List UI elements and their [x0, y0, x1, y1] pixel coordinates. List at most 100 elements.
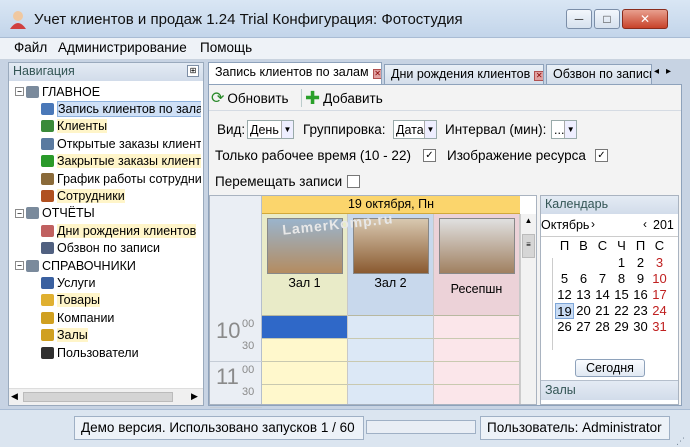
calendar-day[interactable]: 7 — [593, 271, 612, 287]
nav-item[interactable]: Открытые заказы клиентов — [13, 135, 201, 152]
tab-scroll-left-icon[interactable]: ◂ — [654, 66, 659, 77]
calendar-day[interactable]: 8 — [612, 271, 631, 287]
tab-strip: Запись клиентов по залам ✕ Дни рождения к… — [208, 62, 682, 84]
selected-slot[interactable] — [262, 316, 347, 338]
calendar-day[interactable]: 24 — [650, 303, 669, 319]
calendar-day[interactable]: 14 — [593, 287, 612, 303]
scroll-right-icon[interactable]: ▶ — [191, 391, 198, 402]
calendar-day[interactable]: 3 — [650, 255, 669, 271]
scroll-up-icon[interactable]: ▲ — [522, 216, 535, 226]
nav-item[interactable]: Дни рождения клиентов — [13, 222, 201, 239]
status-bar: Демо версия. Использовано запусков 1 / 6… — [0, 409, 690, 447]
nav-item[interactable]: Услуги — [13, 274, 201, 291]
room-name: Ресепшн — [450, 282, 503, 296]
bookings-view: ⟳ Обновить ✚ Добавить Вид: День ▼ Группир… — [208, 84, 682, 408]
tab-room-bookings[interactable]: Запись клиентов по залам ✕ — [208, 62, 382, 84]
refresh-button[interactable]: ⟳ Обновить — [211, 88, 289, 108]
nav-item[interactable]: Закрытые заказы клиентов — [13, 153, 201, 170]
view-select[interactable]: День ▼ — [247, 120, 294, 139]
time-slots[interactable] — [262, 316, 347, 404]
move-entries-checkbox[interactable] — [347, 175, 360, 188]
calendar-day[interactable]: 30 — [631, 319, 650, 335]
resize-grip-icon[interactable]: ⋰ — [676, 436, 685, 447]
calendar-day[interactable]: 6 — [574, 271, 593, 287]
menu-file[interactable]: Файл — [12, 40, 49, 55]
collapse-icon[interactable]: − — [15, 87, 24, 97]
calendar-day[interactable]: 2 — [631, 255, 650, 271]
calendar-day[interactable]: 16 — [631, 287, 650, 303]
calendar-day[interactable]: 21 — [593, 303, 612, 319]
calendar-week: 123 — [555, 255, 677, 271]
nav-item[interactable]: − ГЛАВНОЕ — [13, 83, 201, 100]
calendar-day[interactable]: 9 — [631, 271, 650, 287]
tab-call-list[interactable]: Обзвон по записи — [546, 64, 652, 84]
room-column: Зал 1 — [262, 214, 348, 404]
nav-item[interactable]: График работы сотрудников — [13, 170, 201, 187]
close-tab-icon[interactable]: ✕ — [534, 71, 543, 81]
nav-item[interactable]: − СПРАВОЧНИКИ — [13, 257, 201, 274]
minute-label: 00 — [242, 318, 255, 330]
nav-item[interactable]: Залы — [13, 326, 201, 343]
calendar-day[interactable]: 22 — [612, 303, 631, 319]
work-time-checkbox[interactable]: ✓ — [423, 149, 436, 162]
scroll-thumb[interactable] — [23, 392, 173, 402]
today-button[interactable]: Сегодня — [575, 359, 645, 377]
menu-administration[interactable]: Администрирование — [56, 40, 189, 55]
calendar-day[interactable]: 17 — [650, 287, 669, 303]
horizontal-scrollbar[interactable]: ◀ ▶ — [9, 388, 203, 405]
scroll-left-icon[interactable]: ◀ — [11, 391, 18, 402]
calendar-day[interactable]: 19 — [555, 303, 574, 319]
calendar-day[interactable]: 15 — [612, 287, 631, 303]
nav-item[interactable]: Компании — [13, 309, 201, 326]
calendar-day — [555, 255, 574, 271]
nav-item[interactable]: Пользователи — [13, 344, 201, 361]
grouping-select[interactable]: Дата ▼ — [393, 120, 437, 139]
prev-year-icon[interactable]: ‹ — [643, 217, 647, 231]
collapse-icon[interactable]: − — [15, 261, 24, 271]
calendar-day[interactable]: 20 — [574, 303, 593, 319]
calendar-day[interactable]: 13 — [574, 287, 593, 303]
calendar-day[interactable]: 5 — [555, 271, 574, 287]
tab-scroll-right-icon[interactable]: ▸ — [666, 66, 671, 77]
nav-item[interactable]: − ОТЧЁТЫ — [13, 205, 201, 222]
maximize-button[interactable]: □ — [594, 9, 620, 29]
calendar-day[interactable]: 1 — [612, 255, 631, 271]
resource-image-checkbox[interactable]: ✓ — [595, 149, 608, 162]
collapse-icon[interactable]: − — [15, 208, 24, 218]
time-slots[interactable] — [434, 316, 519, 404]
calendar-day[interactable]: 23 — [631, 303, 650, 319]
refresh-label: Обновить — [227, 90, 289, 106]
nav-item-label: СПРАВОЧНИКИ — [42, 258, 136, 273]
close-button[interactable]: ✕ — [622, 9, 668, 29]
next-month-icon[interactable]: › — [591, 217, 595, 231]
vertical-scrollbar[interactable]: ▲ ≡ — [520, 214, 536, 404]
add-button[interactable]: ✚ Добавить — [305, 88, 383, 108]
scroll-thumb[interactable]: ≡ — [522, 234, 535, 258]
nav-item[interactable]: Сотрудники — [13, 187, 201, 204]
menu-help[interactable]: Помощь — [198, 40, 254, 55]
calendar-day[interactable]: 28 — [593, 319, 612, 335]
interval-select[interactable]: ... ▼ — [551, 120, 577, 139]
nav-item[interactable]: Запись клиентов по залам — [13, 100, 201, 118]
close-tab-icon[interactable]: ✕ — [372, 69, 381, 79]
calendar-day[interactable]: 27 — [574, 319, 593, 335]
weekday-label: С — [654, 238, 665, 253]
minimize-button[interactable]: ─ — [566, 9, 592, 29]
room-photo — [439, 218, 515, 274]
chevron-down-icon: ▼ — [281, 121, 293, 138]
tab-birthdays[interactable]: Дни рождения клиентов ✕ — [384, 64, 544, 84]
nav-item[interactable]: Обзвон по записи — [13, 240, 201, 257]
interval-label: Интервал (мин): — [445, 122, 547, 137]
progress-bar — [366, 420, 476, 434]
calendar-icon — [41, 103, 54, 116]
calendar-day[interactable]: 26 — [555, 319, 574, 335]
nav-item[interactable]: Клиенты — [13, 118, 201, 135]
calendar-year: 201 — [653, 218, 674, 232]
calendar-day[interactable]: 12 — [555, 287, 574, 303]
calendar-day[interactable]: 29 — [612, 319, 631, 335]
pin-icon[interactable]: ⊞ — [187, 65, 199, 77]
time-slots[interactable] — [348, 316, 433, 404]
calendar-day[interactable]: 31 — [650, 319, 669, 335]
calendar-day[interactable]: 10 — [650, 271, 669, 287]
nav-item[interactable]: Товары — [13, 292, 201, 309]
